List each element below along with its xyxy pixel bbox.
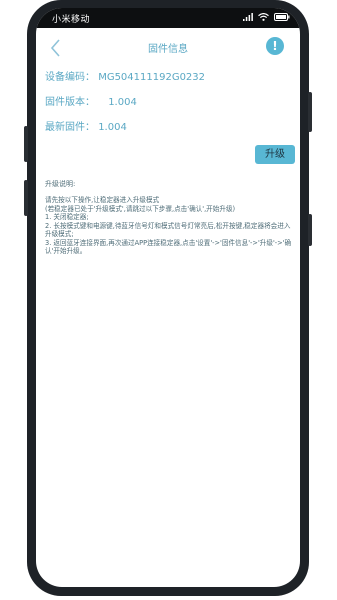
device-code-row: 设备编码： MG504111192G0232: [45, 68, 205, 83]
page-title: 固件信息: [148, 44, 188, 55]
firmware-version-row: 固件版本： 1.004: [45, 93, 137, 108]
instruction-step-1: 1. 关闭稳定器;: [45, 213, 89, 221]
signal-icon: [243, 13, 253, 21]
latest-firmware-label: 最新固件：: [45, 122, 95, 133]
device-code-label: 设备编码：: [45, 72, 95, 83]
app-screen: 小米移动 固件信息 ! 设备编码： MG504111192G0232 固件版本：…: [36, 8, 300, 587]
instruction-line: 请先按以下操作,让稳定器进入升级模式: [45, 196, 160, 204]
instruction-step-2: 2. 长按模式键和电源键,待蓝牙信号灯和模式信号灯常亮后,松开按键,稳定器将会进…: [45, 221, 291, 239]
latest-firmware-value: 1.004: [98, 122, 127, 133]
latest-firmware-row: 最新固件： 1.004: [45, 118, 127, 133]
info-button[interactable]: !: [266, 37, 284, 55]
device-code-value: MG504111192G0232: [98, 72, 206, 83]
firmware-version-value: 1.004: [108, 97, 137, 108]
status-bar: 小米移动: [36, 8, 300, 28]
navigation-bar: 固件信息 !: [36, 28, 300, 68]
upgrade-button[interactable]: 升级: [255, 145, 295, 164]
volume-down-button: [24, 180, 28, 216]
power-button: [308, 92, 312, 132]
wifi-icon: [258, 13, 269, 21]
instructions-body: 请先按以下操作,让稳定器进入升级模式 (若稳定器已处于'升级模式',请跳过以下步…: [45, 196, 293, 256]
carrier-name: 小米移动: [52, 15, 91, 25]
side-key: [308, 214, 312, 246]
info-icon: !: [272, 39, 278, 53]
instruction-step-3: 3. 返回蓝牙连接界面,再次通过APP连接稳定器,点击'设置'->'固件信息'-…: [45, 238, 292, 256]
battery-icon: [274, 13, 290, 21]
instruction-line: (若稳定器已处于'升级模式',请跳过以下步骤,点击'确认',开始升级): [45, 204, 236, 213]
status-icons: [243, 13, 290, 21]
firmware-version-label: 固件版本：: [45, 97, 95, 108]
volume-up-button: [24, 126, 28, 162]
instructions-title: 升级说明:: [45, 180, 76, 188]
